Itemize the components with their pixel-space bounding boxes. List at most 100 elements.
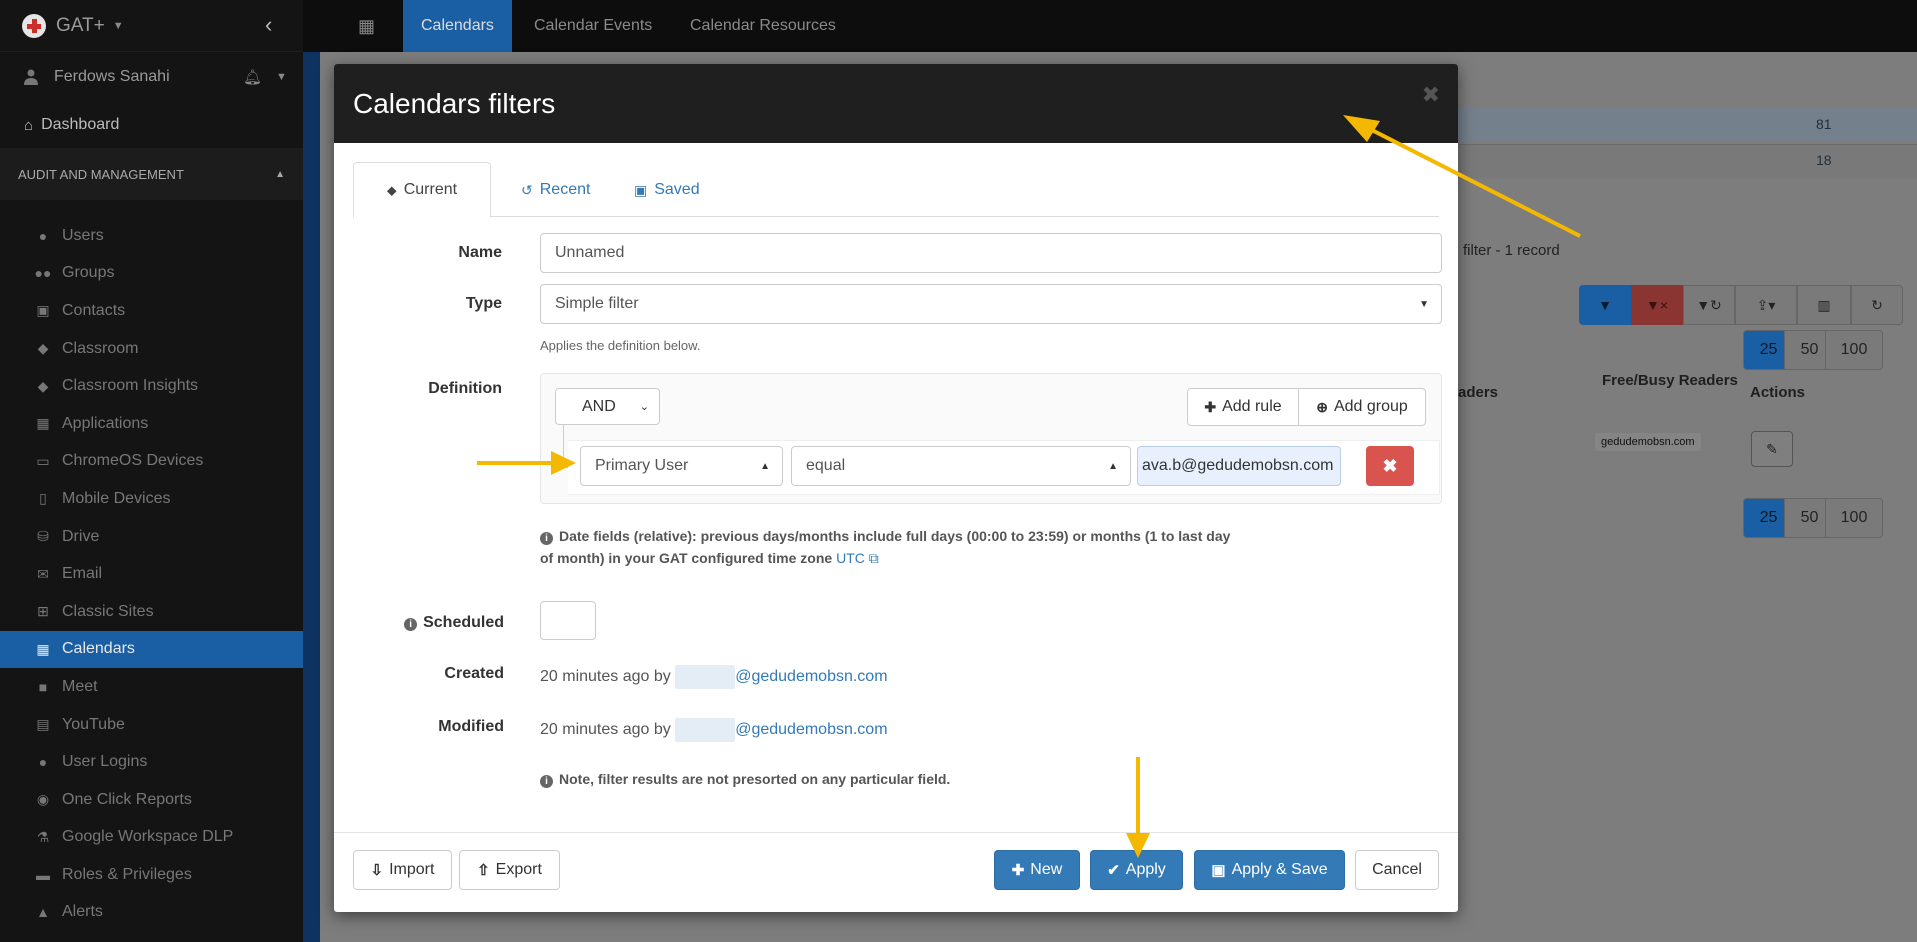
domain-chip: gedudemobsn.com [1595,433,1701,451]
tab-calendars[interactable]: Calendars [403,0,512,52]
save-check-icon: ▣ [1211,862,1226,879]
add-rule-button[interactable]: ✚ Add rule [1187,388,1299,426]
refresh-button[interactable]: ↻ [1851,285,1903,325]
column-header-readers[interactable]: aders [1458,384,1498,401]
sidebar-item-meet[interactable]: ■ Meet [0,668,303,706]
filter-status: filter - 1 record [1463,242,1560,259]
cancel-button[interactable]: Cancel [1355,850,1439,890]
bell-icon: ▲ [36,904,50,921]
export-dropdown-button[interactable]: ⇪▾ [1735,285,1797,325]
page-size-100[interactable]: 100 [1825,330,1883,370]
filter-history-button[interactable]: ▼↻ [1683,285,1735,325]
type-label: Type [465,295,502,312]
sidebar-item-classic-sites[interactable]: ⊞ Classic Sites [0,593,303,631]
button-label: New [1030,861,1063,878]
delete-rule-button[interactable]: ✖ [1366,446,1414,486]
name-input[interactable]: Unnamed [540,233,1442,273]
sidebar-item-classroom[interactable]: ◆ Classroom [0,330,303,368]
sidebar-item-label: Groups [62,264,115,282]
page-size-100[interactable]: 100 [1825,498,1883,538]
button-label: Add rule [1222,398,1282,415]
plus-icon: ✚ [1204,398,1217,415]
filter-history-icon: ▼↻ [1696,296,1722,313]
tab-current[interactable]: ⬥ Current [353,162,491,218]
content-gutter [303,52,320,942]
bell-icon[interactable]: 🔔︎ [243,68,262,86]
tab-calendar-resources[interactable]: Calendar Resources [672,0,854,52]
sidebar-item-label: Classroom Insights [62,377,199,395]
tab-saved[interactable]: ▣ Saved [618,162,716,218]
filter-button[interactable]: ▼ [1579,285,1631,325]
tab-label: Saved [654,181,700,198]
sidebar-item-roles-privileges[interactable]: ▬ Roles & Privileges [0,856,303,894]
close-icon[interactable]: ✖ [1422,82,1440,108]
user-icon [24,69,38,85]
close-icon: ✖ [1382,455,1398,476]
rule-field-select[interactable]: Primary User ▲ [580,446,783,486]
section-title: AUDIT AND MANAGEMENT [18,166,184,182]
user-name: Ferdows Sanahi [54,68,170,85]
sidebar-item-drive[interactable]: ⛁ Drive [0,518,303,556]
sidebar-item-applications[interactable]: ▦ Applications [0,405,303,443]
chevron-up-icon: ▲ [275,168,285,180]
add-group-button[interactable]: ⊕ Add group [1298,388,1426,426]
modified-user-link[interactable]: @gedudemobsn.com [735,721,887,738]
grid-icon: ▦ [36,415,50,432]
sidebar-brand[interactable]: GAT+ ▼ [0,0,303,52]
user-menu[interactable]: Ferdows Sanahi 🔔︎ ▼ [0,52,303,102]
sidebar-item-dashboard[interactable]: ⌂ Dashboard [0,102,303,148]
sidebar-item-calendars[interactable]: ▦ Calendars [0,630,303,669]
tab-recent[interactable]: ↺ Recent [505,162,606,218]
sidebar-item-contacts[interactable]: ▣ Contacts [0,292,303,330]
export-button[interactable]: ⇧ Export [459,850,560,890]
column-header-freebusy[interactable]: Free/Busy Readers [1602,372,1738,389]
tab-calendar-events[interactable]: Calendar Events [516,0,670,52]
sidebar-item-groups[interactable]: ●● Groups [0,255,303,293]
mobile-icon: ▯ [39,490,47,507]
video-icon: ■ [38,678,48,695]
sidebar-item-youtube[interactable]: ▤ YouTube [0,706,303,744]
plus-icon: ✚ [1011,862,1025,879]
sidebar-item-alerts[interactable]: ▲ Alerts [0,894,303,932]
globe-icon: ● [38,754,48,771]
sidebar-item-users[interactable]: ● Users [0,217,303,255]
caret-down-icon: ▼ [1419,298,1429,310]
condition-select[interactable]: AND ⌄ [555,388,660,425]
utc-link[interactable]: UTC ⧉ [836,550,879,566]
sidebar-item-chromeos-devices[interactable]: ▭ ChromeOS Devices [0,443,303,481]
sidebar-item-label: YouTube [62,715,125,733]
chevron-down-icon[interactable]: ▼ [276,71,287,83]
type-select[interactable]: Simple filter ▼ [540,284,1442,324]
apply-save-button[interactable]: ▣ Apply & Save [1194,850,1345,890]
plus-circle-icon: ⊕ [1316,398,1328,415]
created-label: Created [444,665,504,682]
sidebar-item-google-workspace-dlp[interactable]: ⚗ Google Workspace DLP [0,819,303,857]
import-button[interactable]: ⇩ Import [353,850,452,890]
clear-filter-button[interactable]: ▼× [1631,285,1683,325]
apply-button[interactable]: ✔ Apply [1090,850,1183,890]
sidebar-section-header[interactable]: AUDIT AND MANAGEMENT ▲ [0,148,303,200]
history-icon: ↺ [521,181,533,198]
sidebar-item-user-logins[interactable]: ● User Logins [0,743,303,781]
rule-operator-select[interactable]: equal ▲ [791,446,1131,486]
sidebar-item-mobile-devices[interactable]: ▯ Mobile Devices [0,480,303,518]
scheduled-toggle[interactable] [540,601,596,640]
created-user-link[interactable]: @gedudemobsn.com [735,668,887,685]
columns-button[interactable]: ▥ [1797,285,1851,325]
sidebar-item-label: Alerts [62,903,103,921]
column-header-actions: Actions [1750,384,1806,401]
edit-button[interactable]: ✎ [1751,431,1793,467]
button-label: Cancel [1372,861,1422,878]
new-button[interactable]: ✚ New [994,850,1080,890]
sidebar-item-classroom-insights[interactable]: ◆ Classroom Insights [0,367,303,405]
floppy-icon: ▣ [634,181,648,198]
modal-title: Calendars filters [353,87,556,119]
envelope-icon: ✉ [37,565,49,582]
tag-icon: ⬥ [386,181,397,198]
sidebar-item-email[interactable]: ✉ Email [0,555,303,593]
rule-value-input[interactable]: ava.b@gedudemobsn.com [1137,446,1341,486]
row-value: 81 [1816,116,1832,132]
modified-info: 20 minutes ago by @gedudemobsn.com [540,718,888,742]
sidebar-item-one-click-reports[interactable]: ◉ One Click Reports [0,781,303,819]
collapse-sidebar-icon[interactable]: ‹ [265,12,272,38]
